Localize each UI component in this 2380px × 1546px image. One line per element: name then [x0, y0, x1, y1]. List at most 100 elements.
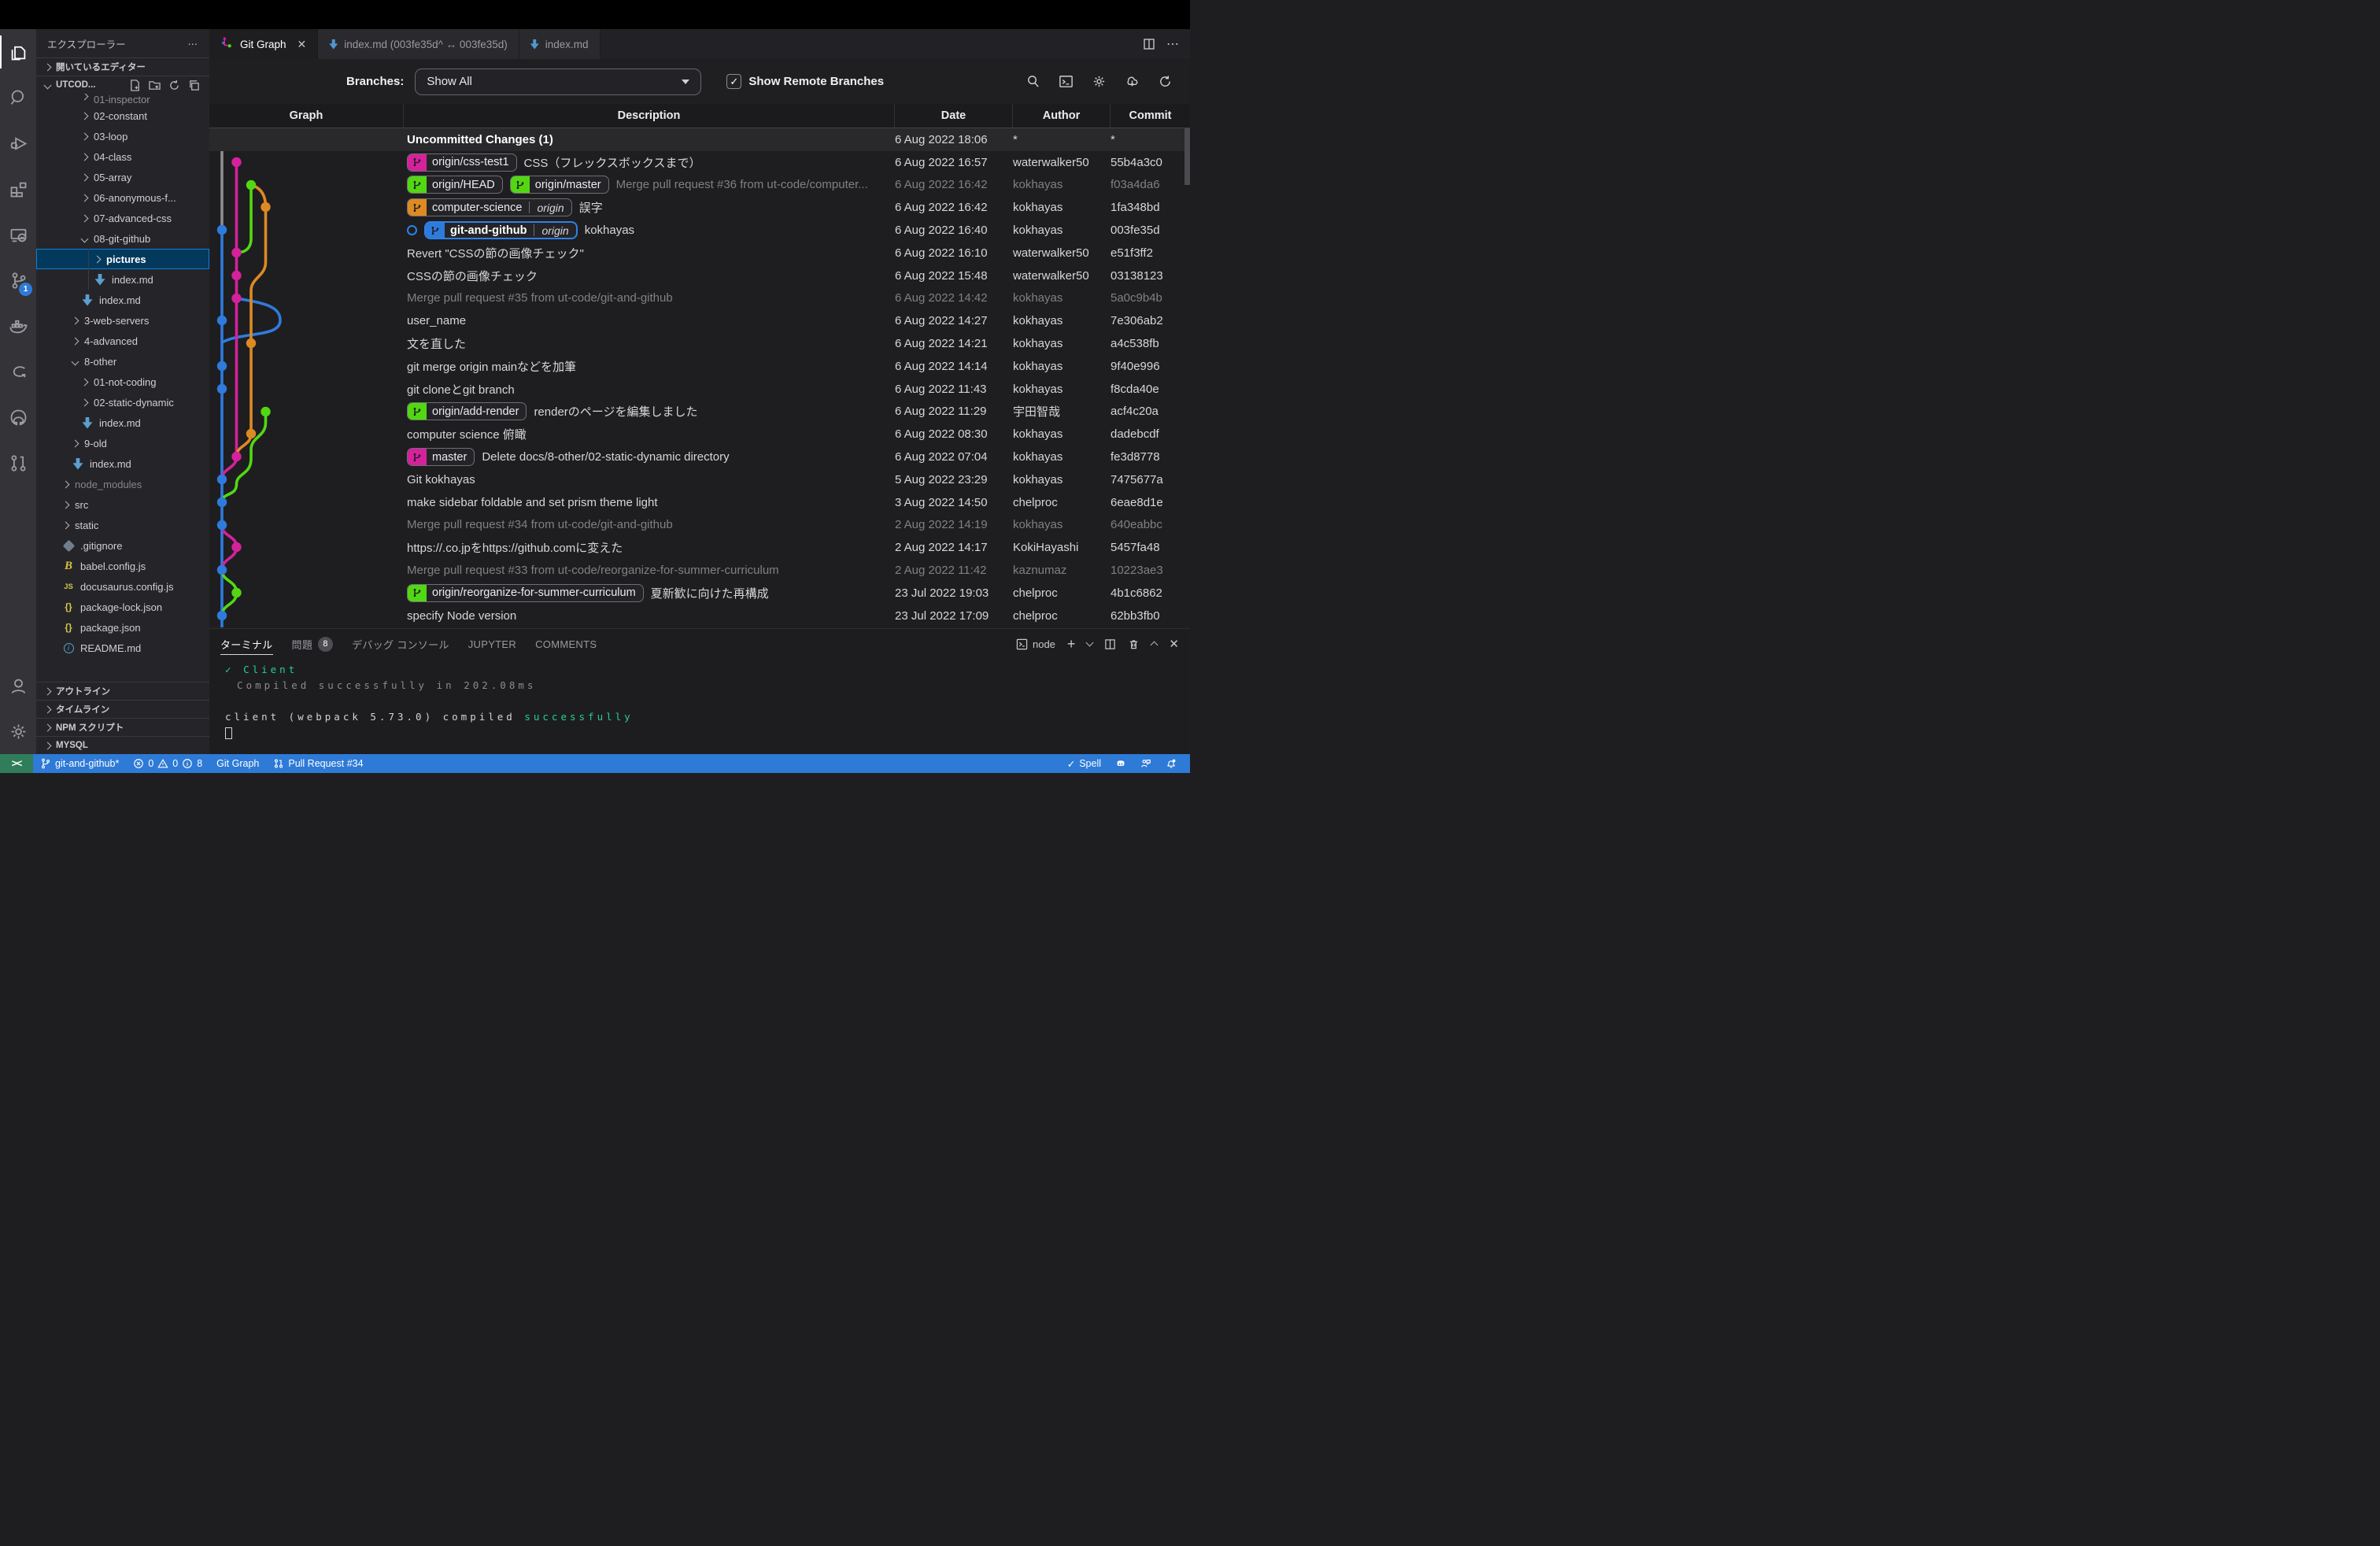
extensions-icon[interactable] — [0, 166, 36, 212]
commit-row[interactable]: Merge pull request #34 from ut-code/git-… — [209, 514, 1190, 537]
tree-item[interactable]: {}package-lock.json — [36, 597, 209, 617]
column-graph[interactable]: Graph — [209, 104, 404, 128]
maximize-panel-icon[interactable] — [1151, 642, 1159, 649]
terminal-dropdown-icon[interactable] — [1086, 639, 1094, 647]
scrollbar[interactable] — [1184, 128, 1190, 185]
commit-row[interactable]: computer-scienceorigin 誤字6 Aug 2022 16:4… — [209, 196, 1190, 219]
feedback-icon[interactable] — [1133, 754, 1159, 773]
commit-row[interactable]: Merge pull request #35 from ut-code/git-… — [209, 287, 1190, 310]
branch-badge[interactable]: master — [407, 448, 475, 466]
commit-row[interactable]: git merge origin mainなどを加筆6 Aug 2022 14:… — [209, 355, 1190, 378]
explorer-icon[interactable] — [0, 29, 36, 75]
branch-badge[interactable]: origin/add-render — [407, 402, 527, 420]
search-icon[interactable] — [1026, 74, 1040, 89]
panel-tab-terminal[interactable]: ターミナル — [220, 629, 273, 659]
section-outline[interactable]: アウトライン — [36, 682, 209, 700]
problems-status[interactable]: 0 0 8 — [126, 754, 209, 773]
new-file-icon[interactable] — [129, 80, 141, 91]
commit-row-selected[interactable]: git-and-githuborigin kokhayas6 Aug 2022 … — [209, 219, 1190, 242]
tree-item[interactable]: 8-other — [36, 351, 209, 372]
panel-tab-jupyter[interactable]: JUPYTER — [468, 629, 516, 659]
branch-badge[interactable]: origin/css-test1 — [407, 153, 517, 172]
gear-icon[interactable] — [1092, 74, 1107, 89]
branches-dropdown[interactable]: Show All — [415, 68, 701, 95]
refresh-icon[interactable] — [1158, 74, 1173, 89]
github-icon[interactable] — [0, 394, 36, 440]
tree-item[interactable]: index.md — [36, 412, 209, 433]
remote-explorer-icon[interactable] — [0, 212, 36, 257]
tree-item-pictures-selected[interactable]: pictures — [36, 249, 209, 269]
tree-item[interactable]: iREADME.md — [36, 638, 209, 658]
panel-tab-problems[interactable]: 問題8 — [292, 629, 334, 659]
tree-item[interactable]: 02-static-dynamic — [36, 392, 209, 412]
pull-request-icon[interactable] — [0, 440, 36, 486]
section-mysql[interactable]: MYSQL — [36, 736, 209, 754]
tree-item[interactable]: 07-advanced-css — [36, 208, 209, 228]
pull-request-status[interactable]: Pull Request #34 — [266, 754, 370, 773]
tree-item[interactable]: src — [36, 494, 209, 515]
notifications-bell-icon[interactable] — [1159, 754, 1184, 773]
refresh-icon[interactable] — [168, 80, 180, 91]
terminal-icon[interactable] — [1059, 74, 1074, 89]
commit-row[interactable]: Revert "CSSの節の画像チェック"6 Aug 2022 16:10wat… — [209, 242, 1190, 264]
tree-item[interactable]: {}package.json — [36, 617, 209, 638]
split-terminal-icon[interactable] — [1104, 638, 1116, 650]
branch-badge[interactable]: origin/reorganize-for-summer-curriculum — [407, 584, 644, 602]
commit-row[interactable]: origin/reorganize-for-summer-curriculum … — [209, 582, 1190, 605]
column-author[interactable]: Author — [1013, 104, 1111, 128]
commit-row[interactable]: make sidebar foldable and set prism them… — [209, 491, 1190, 514]
column-commit[interactable]: Commit — [1111, 104, 1190, 128]
commit-row[interactable]: computer science 俯瞰6 Aug 2022 08:30kokha… — [209, 423, 1190, 446]
checkbox-checked-icon[interactable]: ✓ — [726, 74, 741, 89]
search-icon[interactable] — [0, 75, 36, 120]
redo-arrow-icon[interactable] — [0, 349, 36, 394]
section-timeline[interactable]: タイムライン — [36, 700, 209, 718]
tree-item[interactable]: 04-class — [36, 146, 209, 167]
commit-row[interactable]: Uncommitted Changes (1)6 Aug 2022 18:06*… — [209, 128, 1190, 151]
docker-icon[interactable] — [0, 303, 36, 349]
settings-gear-icon[interactable] — [0, 708, 36, 754]
commit-row[interactable]: origin/add-render renderのページを編集しました6 Aug… — [209, 401, 1190, 423]
tree-item[interactable]: 06-anonymous-f... — [36, 187, 209, 208]
panel-tab-comments[interactable]: COMMENTS — [535, 629, 597, 659]
commit-row[interactable]: CSSの節の画像チェック6 Aug 2022 15:48waterwalker5… — [209, 264, 1190, 287]
tree-item[interactable]: 03-loop — [36, 126, 209, 146]
panel-tab-debug-console[interactable]: デバッグ コンソール — [352, 629, 449, 659]
run-debug-icon[interactable] — [0, 120, 36, 166]
new-folder-icon[interactable] — [149, 80, 161, 91]
commit-row[interactable]: 文を直した6 Aug 2022 14:21kokhayasa4c538fb — [209, 332, 1190, 355]
section-workspace[interactable]: UTCOD... — [36, 76, 209, 94]
show-remote-branches-toggle[interactable]: ✓ Show Remote Branches — [726, 74, 884, 89]
commit-row[interactable]: master Delete docs/8-other/02-static-dyn… — [209, 446, 1190, 468]
sidebar-more-icon[interactable]: ⋯ — [188, 38, 199, 50]
tree-item[interactable]: 9-old — [36, 433, 209, 453]
accounts-icon[interactable] — [0, 663, 36, 708]
git-graph-status[interactable]: Git Graph — [209, 754, 266, 773]
commit-row[interactable]: user_name6 Aug 2022 14:27kokhayas7e306ab… — [209, 309, 1190, 332]
tab-index-md[interactable]: index.md — [519, 29, 601, 59]
tree-item[interactable]: 01-not-coding — [36, 372, 209, 392]
tree-item[interactable]: index.md — [36, 269, 209, 290]
branch-badge-selected[interactable]: git-and-githuborigin — [424, 221, 578, 239]
close-icon[interactable]: ✕ — [298, 38, 307, 51]
cloud-download-icon[interactable] — [1125, 74, 1140, 89]
tree-item[interactable]: 05-array — [36, 167, 209, 187]
tree-item[interactable]: static — [36, 515, 209, 535]
section-npm-scripts[interactable]: NPM スクリプト — [36, 718, 209, 736]
tree-item[interactable]: 02-constant — [36, 105, 209, 126]
tab-index-diff[interactable]: index.md (003fe35d^ ↔ 003fe35d) — [318, 29, 519, 59]
copilot-icon[interactable] — [1108, 754, 1133, 773]
tree-item[interactable]: 01-inspector — [36, 94, 209, 105]
commit-row[interactable]: git cloneとgit branch6 Aug 2022 11:43kokh… — [209, 378, 1190, 401]
tree-item[interactable]: .gitignore — [36, 535, 209, 556]
editor-more-icon[interactable]: ⋯ — [1166, 36, 1179, 52]
source-control-icon[interactable]: 1 — [0, 257, 36, 303]
tree-item[interactable]: JSdocusaurus.config.js — [36, 576, 209, 597]
commit-row[interactable]: Merge pull request #33 from ut-code/reor… — [209, 559, 1190, 582]
spell-checker-status[interactable]: ✓Spell — [1060, 754, 1108, 773]
commit-row[interactable]: origin/HEAD origin/master Merge pull req… — [209, 174, 1190, 197]
commit-row[interactable]: origin/css-test1 CSS（フレックスボックスまで）6 Aug 2… — [209, 151, 1190, 174]
commit-row[interactable]: https://.co.jpをhttps://github.comに変えた2 A… — [209, 536, 1190, 559]
branch-badge[interactable]: origin/master — [510, 176, 609, 194]
commit-row[interactable]: Git kokhayas5 Aug 2022 23:29kokhayas7475… — [209, 468, 1190, 491]
